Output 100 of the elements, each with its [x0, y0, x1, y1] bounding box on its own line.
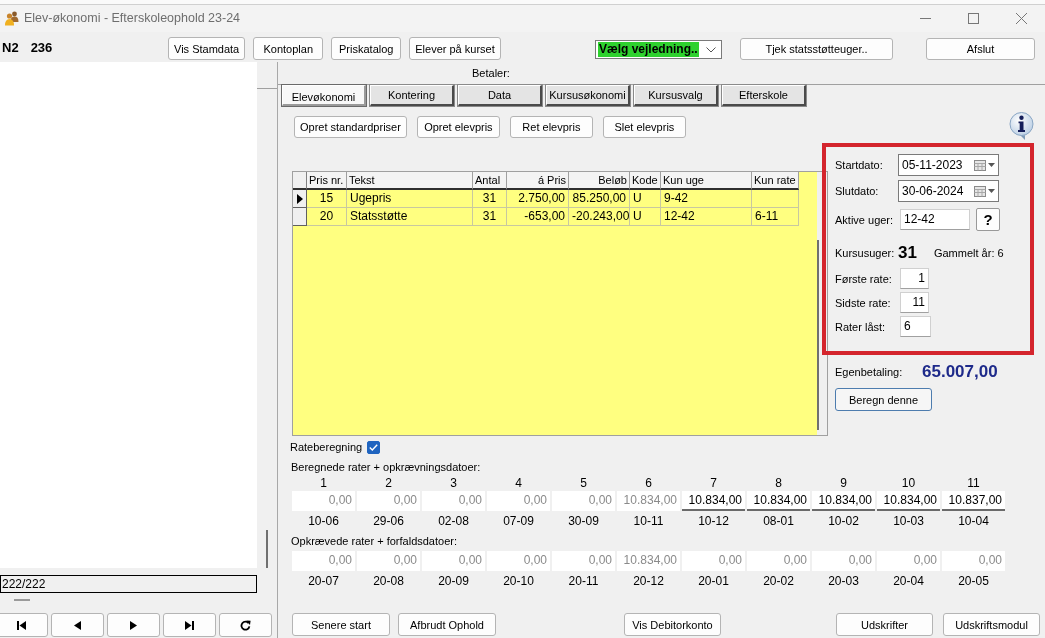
scrollbar-thumb[interactable]: [817, 240, 819, 430]
table-cell: 20: [307, 208, 347, 226]
previous-record-button[interactable]: [51, 613, 104, 637]
maximize-icon: [967, 12, 979, 24]
close-icon: [1015, 12, 1027, 24]
section-title: Beregnede rater + opkrævningsdatoer:: [290, 460, 482, 474]
own-payment-amount: 65.007,00: [922, 362, 998, 382]
due-date: 10-11: [632, 514, 665, 528]
due-date: 20-12: [632, 574, 665, 588]
rate-number-field[interactable]: 11: [900, 292, 929, 313]
checkmark-icon: [369, 443, 379, 451]
due-date: 30-09: [567, 514, 600, 528]
calendar-icon: [974, 159, 986, 171]
tab[interactable]: Data: [458, 85, 542, 106]
scrollbar-thumb[interactable]: [266, 530, 268, 568]
rate-number-field[interactable]: 1: [900, 268, 929, 289]
minimize-icon: [919, 17, 931, 19]
due-date: 20-04: [892, 574, 925, 588]
field-label: Sidste rate:: [835, 296, 892, 309]
calculate-button[interactable]: Beregn denne: [835, 388, 932, 411]
caret-down-icon: [988, 189, 995, 193]
price-action-button[interactable]: Slet elevpris: [602, 116, 686, 138]
rate-number: 6: [644, 476, 653, 490]
weeks-field[interactable]: 12-42: [900, 209, 970, 230]
info-icon[interactable]: [1008, 112, 1035, 140]
toolbar-button[interactable]: Vis Stamdata: [168, 37, 246, 60]
bottom-button[interactable]: Afbrudt Ophold: [398, 613, 496, 636]
column-header[interactable]: Kode: [630, 172, 661, 190]
table-cell: 12-42: [661, 208, 752, 226]
table-cell: [752, 190, 799, 208]
field-label: Rater låst:: [835, 320, 887, 333]
tab[interactable]: Elevøkonomi: [282, 85, 366, 106]
price-action-button[interactable]: Opret standardpriser: [294, 116, 407, 138]
triangle-right-icon: [130, 620, 137, 630]
amount-field[interactable]: 10.834,00: [877, 491, 940, 511]
first-record-button[interactable]: [0, 613, 48, 637]
next-record-button[interactable]: [107, 613, 160, 637]
due-date: 20-03: [827, 574, 860, 588]
header-corner: [293, 172, 307, 190]
window-title: Elev-økonomi - Efterskoleophold 23-24: [24, 11, 241, 25]
last-record-button[interactable]: [163, 613, 216, 637]
rate-number: 7: [709, 476, 718, 490]
amount-field[interactable]: 10.834,00: [747, 491, 810, 511]
column-header[interactable]: Antal: [473, 172, 507, 190]
check-button[interactable]: Tjek statsstøtteuger..: [740, 38, 893, 60]
locked-rates-field[interactable]: 6: [900, 316, 931, 337]
column-header[interactable]: Pris nr.: [307, 172, 347, 190]
rate-checkbox[interactable]: [367, 440, 381, 454]
toolbar-button[interactable]: Priskatalog: [331, 37, 402, 60]
due-date: 20-05: [957, 574, 990, 588]
help-button[interactable]: ?: [976, 208, 1000, 231]
column-header[interactable]: Kun uge: [661, 172, 752, 190]
payer-label: Betaler:: [472, 67, 510, 79]
row-indicator[interactable]: [293, 190, 307, 208]
due-date: 10-06: [307, 514, 340, 528]
refresh-button[interactable]: [219, 613, 272, 637]
bottom-button[interactable]: Senere start: [292, 613, 390, 636]
student-number: 236: [30, 40, 53, 55]
rate-number: 4: [514, 476, 523, 490]
field-label: Første rate:: [835, 272, 893, 285]
calendar-icon: [974, 185, 986, 197]
date-field[interactable]: 30-06-2024: [898, 180, 999, 202]
bottom-button[interactable]: Vis Debitorkonto: [624, 613, 721, 636]
guide-dropdown[interactable]: Vælg vejledning..: [595, 40, 722, 59]
amount-field[interactable]: 10.834,00: [682, 491, 745, 511]
due-date: 08-01: [762, 514, 795, 528]
field-label: Aktive uger:: [835, 213, 895, 226]
column-header[interactable]: á Pris: [507, 172, 569, 190]
table-cell: U: [630, 208, 661, 226]
due-date: 20-11: [567, 574, 600, 588]
due-date: 10-12: [697, 514, 730, 528]
date-field[interactable]: 05-11-2023: [898, 154, 999, 176]
column-header[interactable]: Tekst: [347, 172, 473, 190]
price-action-button[interactable]: Opret elevpris: [416, 116, 500, 138]
due-date: 10-02: [827, 514, 860, 528]
amount-field[interactable]: 10.837,00: [942, 491, 1005, 511]
rate-number: 9: [839, 476, 848, 490]
bottom-button[interactable]: Udskrifter: [836, 613, 933, 636]
bottom-button[interactable]: Udskriftsmodul: [943, 613, 1040, 636]
due-date: 07-09: [502, 514, 535, 528]
price-action-button[interactable]: Ret elevpris: [509, 116, 593, 138]
due-date: 10-03: [892, 514, 925, 528]
toolbar-button[interactable]: Elever på kurset: [409, 37, 501, 60]
tab[interactable]: Efterskole: [722, 85, 806, 106]
table-cell: -653,00: [507, 208, 569, 226]
tab[interactable]: Kursusøkonomi: [546, 85, 630, 106]
tab[interactable]: Kontering: [370, 85, 454, 106]
exit-button[interactable]: Afslut: [926, 38, 1035, 60]
tab[interactable]: Kursusvalg: [634, 85, 718, 106]
toolbar-button[interactable]: Kontoplan: [253, 37, 324, 60]
field-label: Egenbetaling:: [835, 366, 904, 378]
due-date: 20-10: [502, 574, 535, 588]
people-icon: [4, 10, 20, 26]
column-header[interactable]: Beløb: [569, 172, 630, 190]
caret-down-icon: [988, 163, 995, 167]
section-title: Opkrævede rater + forfaldsdatoer:: [290, 534, 458, 548]
column-header[interactable]: Kun rate: [752, 172, 799, 190]
amount-field[interactable]: 10.834,00: [812, 491, 875, 511]
due-date: 29-06: [372, 514, 405, 528]
due-date: 02-08: [437, 514, 470, 528]
